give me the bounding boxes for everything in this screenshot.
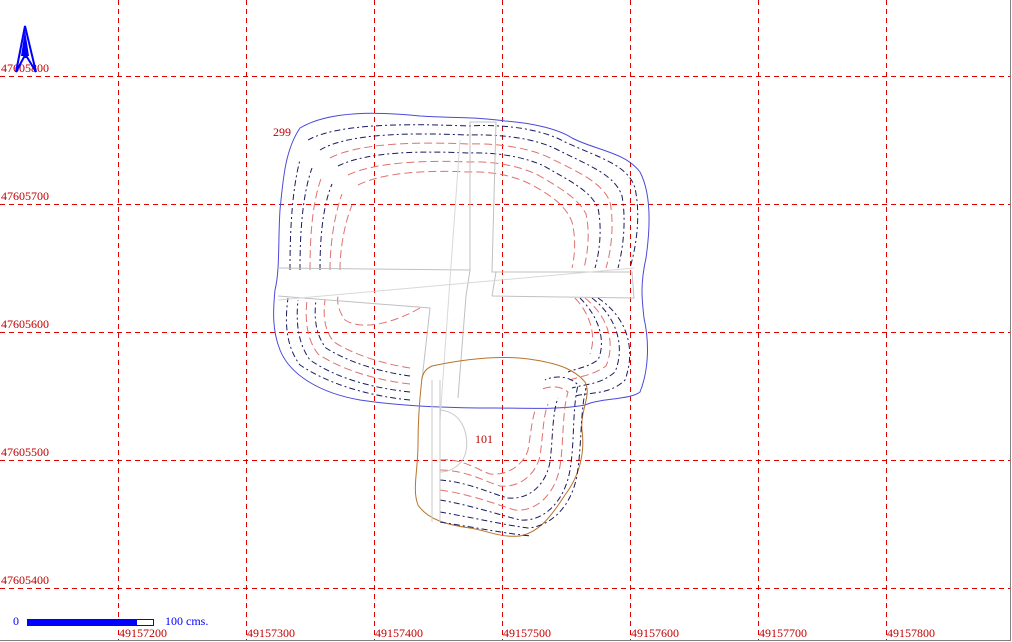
map-frame <box>0 0 1011 641</box>
scale-start-label: 0 <box>13 614 19 628</box>
scale-end-label: 100 cms. <box>165 614 209 628</box>
scale-bar: 0 100 cms. <box>10 612 240 632</box>
scale-bar-fill <box>27 620 137 625</box>
map-view[interactable]: 49157200 49157300 49157400 49157500 49157600… <box>0 0 1012 642</box>
